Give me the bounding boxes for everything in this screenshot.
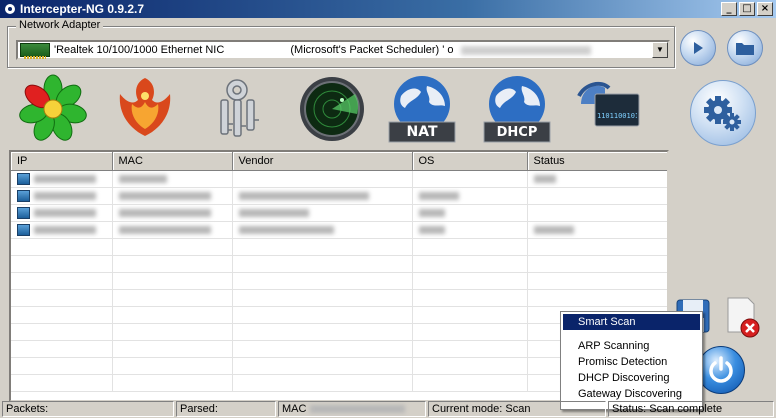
start-button[interactable]: [680, 30, 716, 66]
table-row: [11, 289, 667, 307]
column-mac[interactable]: MAC: [112, 152, 233, 171]
phoenix-icon[interactable]: [110, 74, 180, 144]
nic-icon: [20, 43, 50, 59]
scan-status: Status: Scan complete: [608, 401, 774, 417]
column-status[interactable]: Status: [527, 152, 667, 171]
icq-icon[interactable]: [18, 74, 88, 144]
title-bar: Intercepter-NG 0.9.2.7 _ □ ×: [0, 0, 776, 18]
window-title: Intercepter-NG 0.9.2.7: [20, 2, 145, 16]
current-mode: Current mode: Scan: [428, 401, 606, 417]
clear-list-button[interactable]: [722, 296, 762, 338]
app-icon: [4, 3, 16, 15]
network-card-icon[interactable]: 1101100101: [575, 74, 645, 144]
dhcp-globe-icon[interactable]: DHCP: [482, 74, 552, 144]
host-icon: [17, 223, 30, 236]
menu-item-arp-scanning[interactable]: ARP Scanning: [563, 338, 700, 354]
table-header: IP MAC Vendor OS Status: [11, 152, 667, 171]
power-icon: [709, 356, 733, 383]
settings-button[interactable]: [690, 80, 756, 146]
table-row[interactable]: [11, 170, 667, 188]
keys-icon[interactable]: [205, 74, 275, 144]
menu-item-promisc-detection[interactable]: Promisc Detection: [563, 354, 700, 370]
status-bar: Packets: Parsed: MAC Current mode: Scan …: [0, 400, 776, 418]
delete-document-icon: [727, 297, 760, 338]
radar-icon[interactable]: [297, 74, 367, 144]
menu-separator: [563, 330, 700, 338]
minimize-button[interactable]: _: [721, 2, 737, 16]
table-row: [11, 255, 667, 273]
chevron-down-icon[interactable]: ▼: [652, 42, 668, 58]
column-os[interactable]: OS: [412, 152, 528, 171]
table-row: [11, 272, 667, 290]
table-row[interactable]: [11, 204, 667, 222]
column-ip[interactable]: IP: [11, 152, 113, 171]
power-button[interactable]: [697, 346, 745, 394]
packets-count: Packets:: [2, 401, 174, 417]
adapter-suffix: (Microsoft's Packet Scheduler) ' o: [290, 44, 454, 56]
adapter-name: 'Realtek 10/100/1000 Ethernet NIC: [54, 44, 225, 56]
table-row: [11, 238, 667, 256]
adapter-select[interactable]: 'Realtek 10/100/1000 Ethernet NIC (Micro…: [16, 40, 670, 60]
network-adapter-group: Network Adapter 'Realtek 10/100/1000 Eth…: [7, 19, 675, 68]
folder-icon: [736, 43, 754, 55]
scan-context-menu: Smart Scan ARP Scanning Promisc Detectio…: [560, 311, 703, 410]
dhcp-label: DHCP: [496, 125, 538, 140]
table-row[interactable]: [11, 187, 667, 205]
nat-label: NAT: [406, 124, 438, 140]
open-folder-button[interactable]: [727, 30, 763, 66]
column-vendor[interactable]: Vendor: [232, 152, 413, 171]
menu-item-dhcp-discovering[interactable]: DHCP Discovering: [563, 370, 700, 386]
host-icon: [17, 189, 30, 202]
table-row[interactable]: [11, 221, 667, 239]
host-icon: [17, 172, 30, 185]
binary-digits: 1101100101: [597, 112, 637, 120]
gears-icon: [704, 96, 741, 131]
play-icon: [694, 42, 703, 54]
network-adapter-label: Network Adapter: [16, 19, 104, 31]
maximize-button[interactable]: □: [739, 2, 755, 16]
menu-item-smart-scan[interactable]: Smart Scan: [563, 314, 700, 330]
close-button[interactable]: ×: [757, 2, 773, 16]
mac-address: MAC: [278, 401, 426, 417]
parsed-count: Parsed:: [176, 401, 276, 417]
host-icon: [17, 206, 30, 219]
nat-globe-icon[interactable]: NAT: [387, 74, 457, 144]
